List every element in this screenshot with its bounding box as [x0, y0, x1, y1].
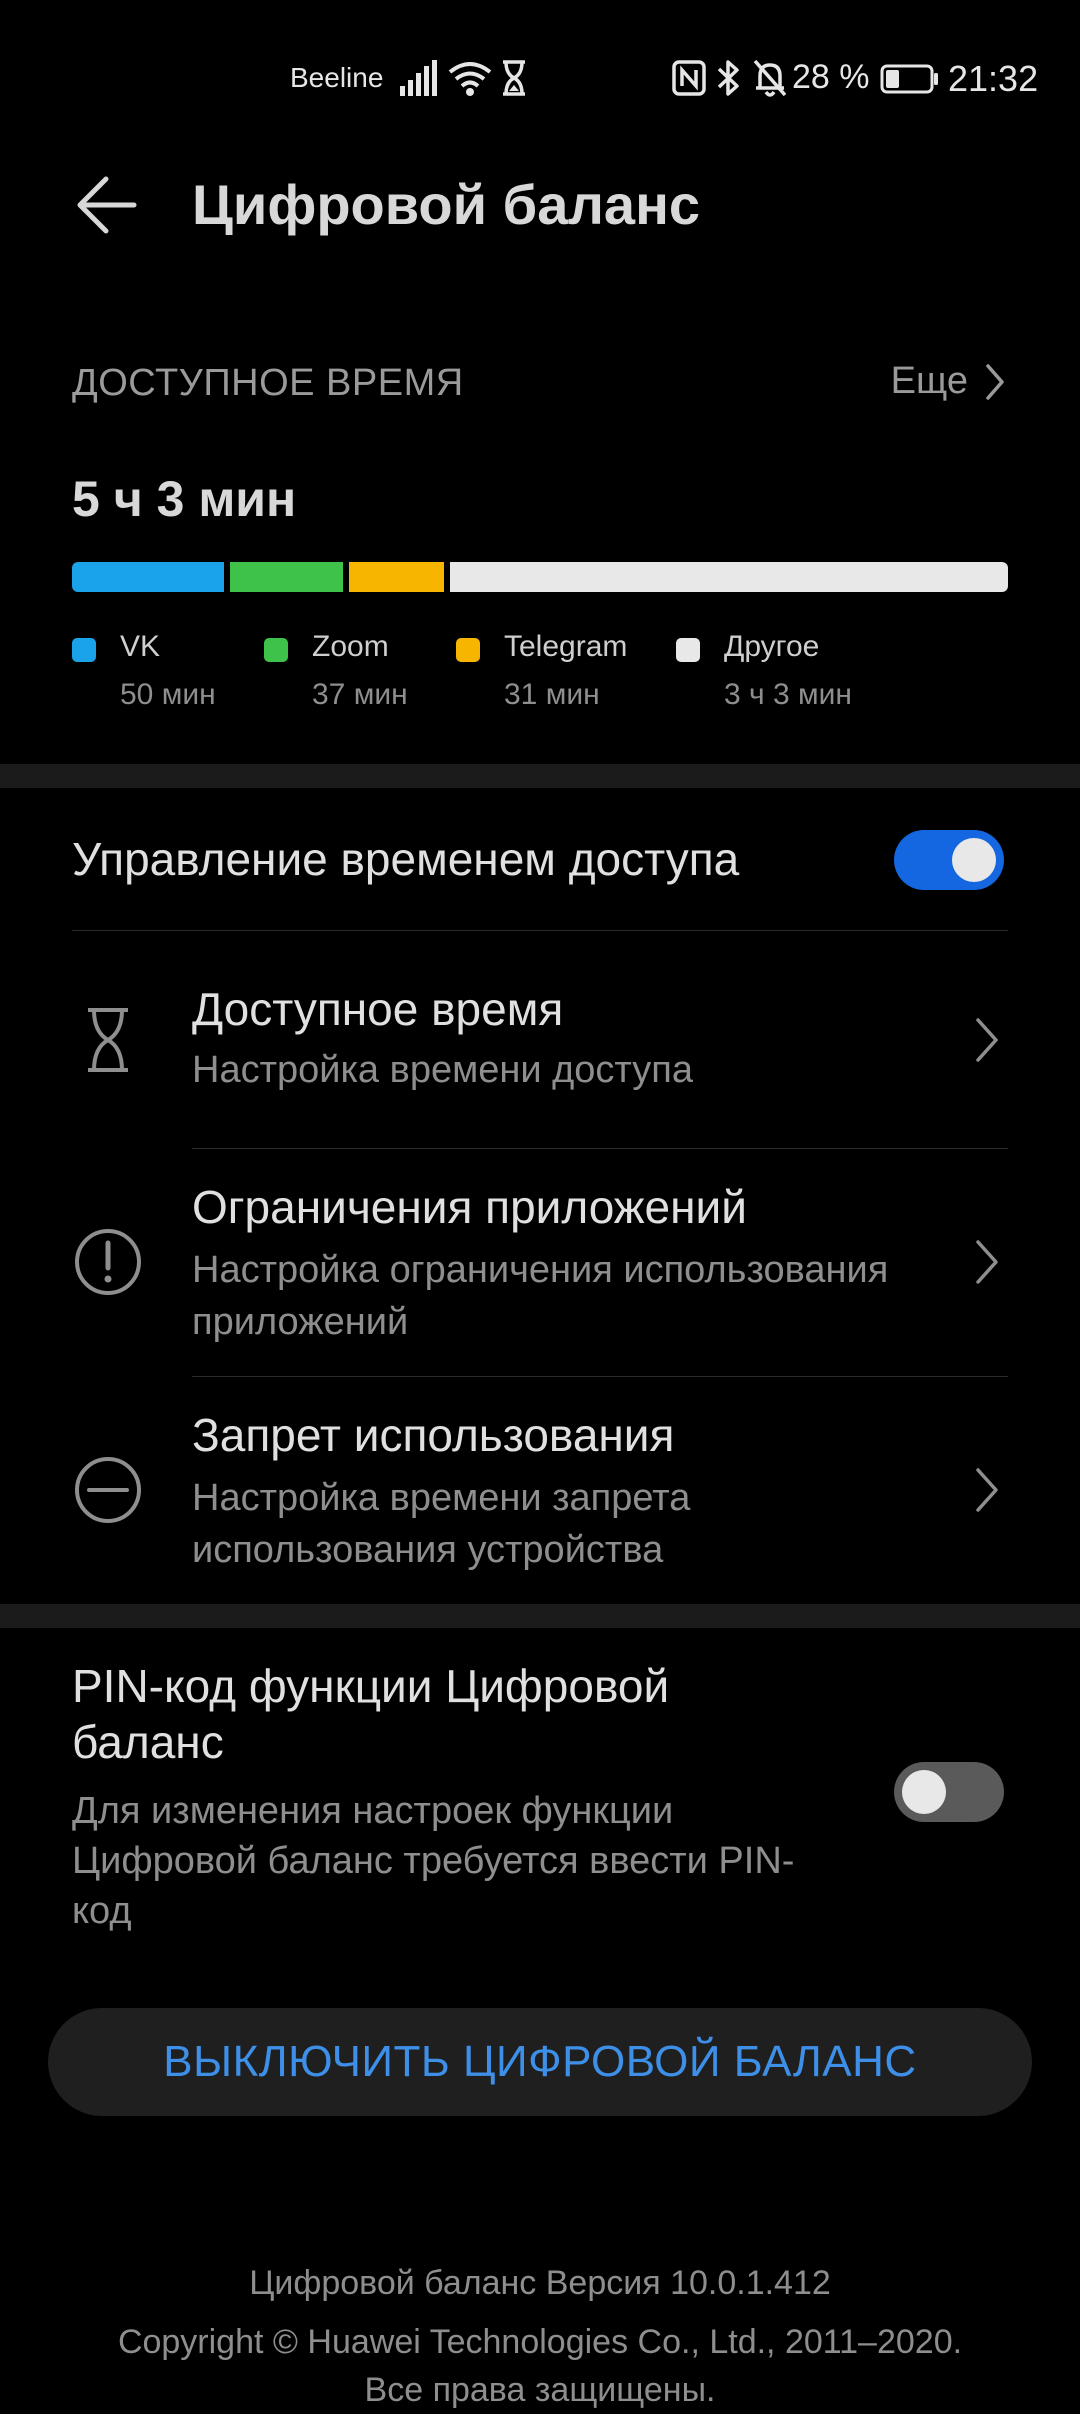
chevron-right-icon [986, 363, 1004, 400]
access-control-toggle[interactable] [894, 830, 1004, 890]
battery-percent: 28 % [792, 58, 870, 96]
mute-bell-icon [753, 59, 787, 97]
section-divider [0, 764, 1080, 788]
pin-title: PIN-код функции Цифровой баланс [72, 1660, 670, 1768]
back-button[interactable] [72, 170, 142, 240]
menu-item-title: Ограничения приложений [192, 1181, 747, 1233]
legend-color-dot [72, 638, 96, 662]
usage-legend: VK 50 мин Zoom 37 мин Telegram 31 мин Другое 3 … [72, 630, 1008, 720]
status-bar: Beeline 28 % 21:32 [0, 0, 1080, 160]
legend-color-dot [456, 638, 480, 662]
hourglass-icon [503, 60, 525, 96]
minus-circle-icon [75, 1457, 141, 1523]
more-label: Еще [890, 360, 968, 402]
toggle-knob [902, 1770, 946, 1814]
menu-item-subtitle: Настройка ограничения использования прил… [192, 1249, 889, 1343]
copyright-line: Copyright © Huawei Technologies Co., Ltd… [117, 2323, 963, 2361]
legend-color-dot [676, 638, 700, 662]
chevron-right-icon [976, 1240, 998, 1284]
chevron-right-icon [976, 1468, 998, 1512]
more-link[interactable]: Еще [891, 360, 1006, 403]
menu-item-downtime[interactable]: Запрет использования Настройка времени з… [0, 1376, 1080, 1604]
chevron-right-icon [976, 1018, 998, 1062]
nfc-icon [672, 60, 706, 96]
carrier-name: Beeline [290, 62, 384, 93]
legend-app-time: 3 ч 3 мин [724, 678, 852, 711]
legend-app-time: 31 мин [504, 678, 600, 711]
disable-digital-balance-button[interactable]: ВЫКЛЮЧИТЬ ЦИФРОВОЙ БАЛАНС [48, 2008, 1032, 2116]
rights-line: Все права защищены. [364, 2371, 716, 2409]
menu-item-title: Запрет использования [192, 1409, 675, 1461]
pin-toggle[interactable] [894, 1762, 1004, 1822]
available-time-section-label: ДОСТУПНОЕ ВРЕМЯ [72, 362, 464, 404]
exclamation-circle-icon [75, 1229, 141, 1295]
signal-icon [400, 60, 437, 96]
legend-color-dot [264, 638, 288, 662]
clock: 21:32 [948, 58, 1039, 99]
menu-item-subtitle: Настройка времени доступа [192, 1049, 693, 1091]
menu-item-title: Доступное время [192, 983, 564, 1035]
usage-segment-другое [449, 562, 1008, 592]
access-control-label: Управление временем доступа [72, 833, 740, 885]
usage-segment-zoom [230, 562, 344, 592]
battery-icon [880, 64, 938, 94]
menu-item-app-limits[interactable]: Ограничения приложений Настройка огранич… [0, 1148, 1080, 1376]
legend-app-name: Другое [724, 630, 820, 663]
total-usage-time: 5 ч 3 мин [72, 471, 297, 527]
legend-app-time: 37 мин [312, 678, 408, 711]
bluetooth-icon [717, 60, 739, 96]
legend-app-name: Zoom [312, 630, 389, 663]
usage-segment-telegram [349, 562, 444, 592]
version-text: Цифровой баланс Версия 10.0.1.412 [249, 2264, 831, 2302]
page-title: Цифровой баланс [192, 173, 701, 236]
menu-item-available-time[interactable]: Доступное время Настройка времени доступ… [0, 930, 1080, 1148]
toggle-knob [952, 838, 996, 882]
usage-bar [72, 562, 1008, 592]
section-divider [0, 1604, 1080, 1628]
arrow-left-icon [77, 176, 137, 234]
legend-app-name: VK [120, 630, 161, 663]
usage-segment-vk [72, 562, 225, 592]
pin-description: Для изменения настроек функции Цифровой … [72, 1790, 795, 1932]
hourglass-icon [88, 1008, 128, 1072]
legend-app-time: 50 мин [120, 678, 216, 711]
menu-item-subtitle: Настройка времени запрета использования … [192, 1477, 691, 1571]
legend-app-name: Telegram [504, 630, 628, 663]
wifi-icon [448, 62, 492, 96]
